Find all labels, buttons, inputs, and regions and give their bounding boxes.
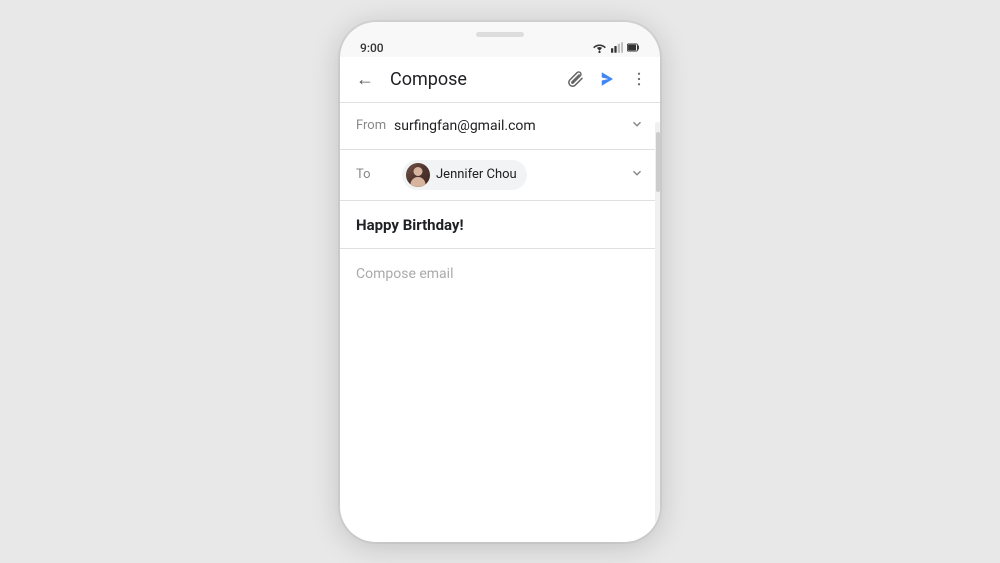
- battery-icon: [627, 42, 640, 53]
- subject-text: Happy Birthday!: [356, 216, 464, 234]
- signal-icon: [611, 42, 623, 53]
- avatar-image: [406, 163, 430, 187]
- avatar: [406, 163, 430, 187]
- wifi-icon: [592, 42, 607, 53]
- back-button[interactable]: ←: [352, 65, 378, 94]
- status-time: 9:00: [360, 41, 384, 55]
- attach-icon[interactable]: [566, 70, 584, 88]
- to-label: To: [356, 167, 394, 182]
- to-row: To Jennifer Chou: [340, 150, 660, 201]
- phone-frame: 9:00 ← Compose: [340, 22, 660, 542]
- email-content: From surfingfan@gmail.com To Jennifer Ch…: [340, 103, 660, 542]
- status-icons: [592, 42, 640, 53]
- to-expand-arrow[interactable]: [630, 166, 644, 184]
- compose-title: Compose: [390, 69, 554, 90]
- toolbar-icons: [566, 70, 648, 88]
- from-row: From surfingfan@gmail.com: [340, 103, 660, 150]
- recipient-chip[interactable]: Jennifer Chou: [402, 160, 527, 190]
- send-icon[interactable]: [598, 70, 616, 88]
- recipient-name: Jennifer Chou: [436, 167, 517, 182]
- from-address[interactable]: surfingfan@gmail.com: [394, 118, 630, 134]
- from-label: From: [356, 118, 394, 133]
- app-bar: ← Compose: [340, 57, 660, 103]
- scrollbar-thumb: [656, 132, 660, 192]
- body-placeholder: Compose email: [356, 266, 453, 282]
- scrollbar-track: [655, 122, 660, 542]
- subject-row[interactable]: Happy Birthday!: [340, 201, 660, 249]
- status-bar: 9:00: [340, 37, 660, 57]
- body-row[interactable]: Compose email: [340, 249, 660, 542]
- more-options-icon[interactable]: [630, 70, 648, 88]
- from-expand-arrow[interactable]: [630, 117, 644, 135]
